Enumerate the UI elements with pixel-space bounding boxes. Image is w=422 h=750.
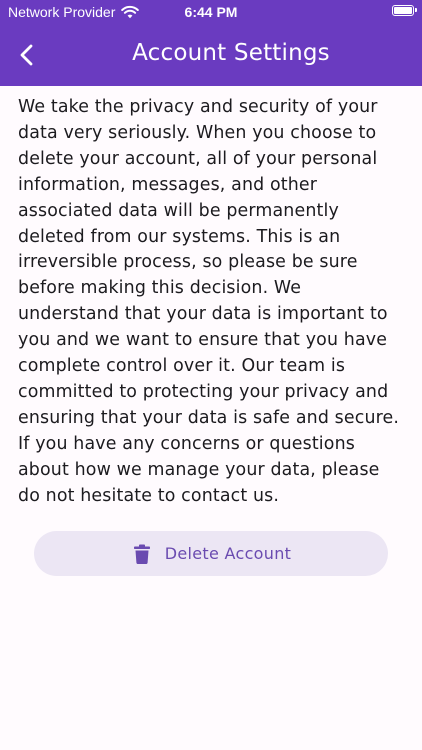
status-time: 6:44 PM: [184, 4, 238, 20]
app-bar: Account Settings: [0, 24, 422, 86]
page-title: Account Settings: [132, 40, 330, 66]
delete-account-label: Delete Account: [164, 544, 292, 563]
chevron-left-icon: [20, 44, 33, 66]
delete-account-button[interactable]: Delete Account: [34, 531, 388, 576]
trash-icon: [133, 544, 150, 564]
back-button[interactable]: [8, 36, 46, 74]
status-bar: Network Provider 6:44 PM: [0, 0, 422, 24]
battery-icon: [392, 5, 417, 16]
content-area: We take the privacy and security of your…: [18, 95, 406, 510]
privacy-description: We take the privacy and security of your…: [18, 97, 400, 506]
